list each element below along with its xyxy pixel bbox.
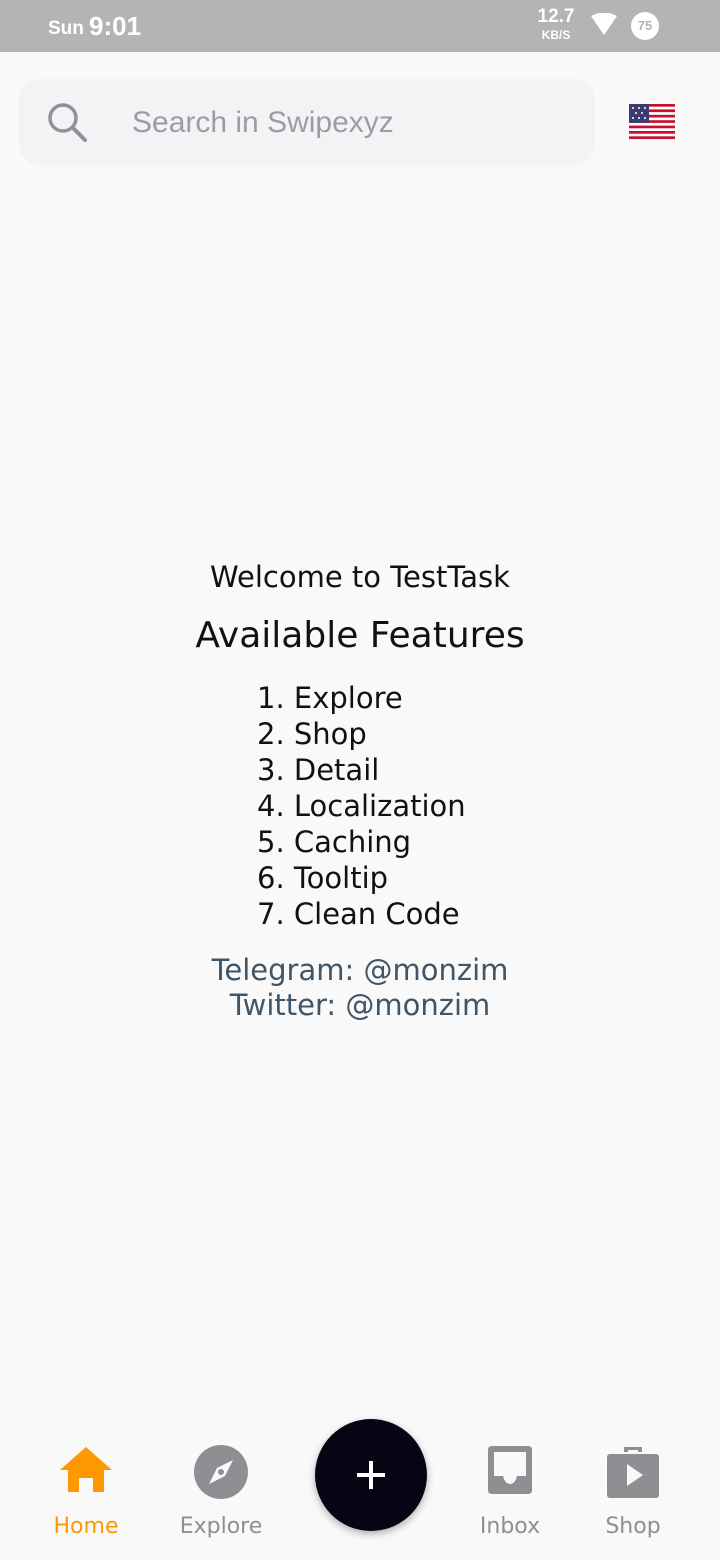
search-icon	[48, 103, 87, 142]
nav-inbox-label: Inbox	[479, 1514, 541, 1539]
feature-list: 1. Explore 2. Shop 3. Detail 4. Localiza…	[257, 680, 466, 932]
nav-explore-label: Explore	[179, 1514, 263, 1539]
plus-icon	[357, 1461, 385, 1489]
feature-item: 1. Explore	[257, 681, 403, 715]
shop-icon	[607, 1447, 659, 1498]
telegram-contact: Telegram: @monzim	[211, 953, 509, 987]
nav-home[interactable]: Home	[26, 1440, 146, 1550]
welcome-text: Welcome to TestTask	[210, 560, 510, 594]
nav-shop-label: Shop	[605, 1514, 661, 1539]
battery-icon: 75	[631, 12, 659, 40]
feature-item: 5. Caching	[257, 825, 412, 859]
add-button[interactable]	[315, 1419, 427, 1531]
home-icon	[60, 1447, 112, 1492]
status-day: Sun	[48, 18, 84, 39]
home-screen: Sun 9:01 12.7 KB/S 75 Search in Swipexyz	[0, 0, 720, 1560]
inbox-icon	[488, 1446, 532, 1494]
battery-level: 75	[637, 18, 653, 33]
status-time: 9:01	[89, 11, 142, 41]
search-placeholder[interactable]: Search in Swipexyz	[132, 106, 394, 140]
feature-item: 4. Localization	[257, 789, 466, 823]
us-flag-icon[interactable]	[629, 104, 675, 139]
wifi-icon	[591, 13, 617, 35]
status-bar: Sun 9:01 12.7 KB/S 75	[0, 0, 720, 52]
nav-explore[interactable]: Explore	[161, 1440, 281, 1550]
network-speed-value: 12.7	[537, 6, 575, 27]
feature-item: 3. Detail	[257, 753, 380, 787]
feature-item: 2. Shop	[257, 717, 367, 751]
feature-item: 7. Clean Code	[257, 897, 460, 931]
feature-item: 6. Tooltip	[257, 861, 389, 895]
network-speed-unit: KB/S	[541, 28, 571, 42]
nav-home-label: Home	[53, 1514, 119, 1539]
nav-inbox[interactable]: Inbox	[450, 1440, 570, 1550]
network-speed: 12.7 KB/S	[536, 6, 576, 42]
twitter-contact: Twitter: @monzim	[229, 988, 491, 1022]
features-title: Available Features	[195, 615, 525, 656]
nav-shop[interactable]: Shop	[573, 1440, 693, 1550]
compass-icon	[194, 1445, 248, 1499]
